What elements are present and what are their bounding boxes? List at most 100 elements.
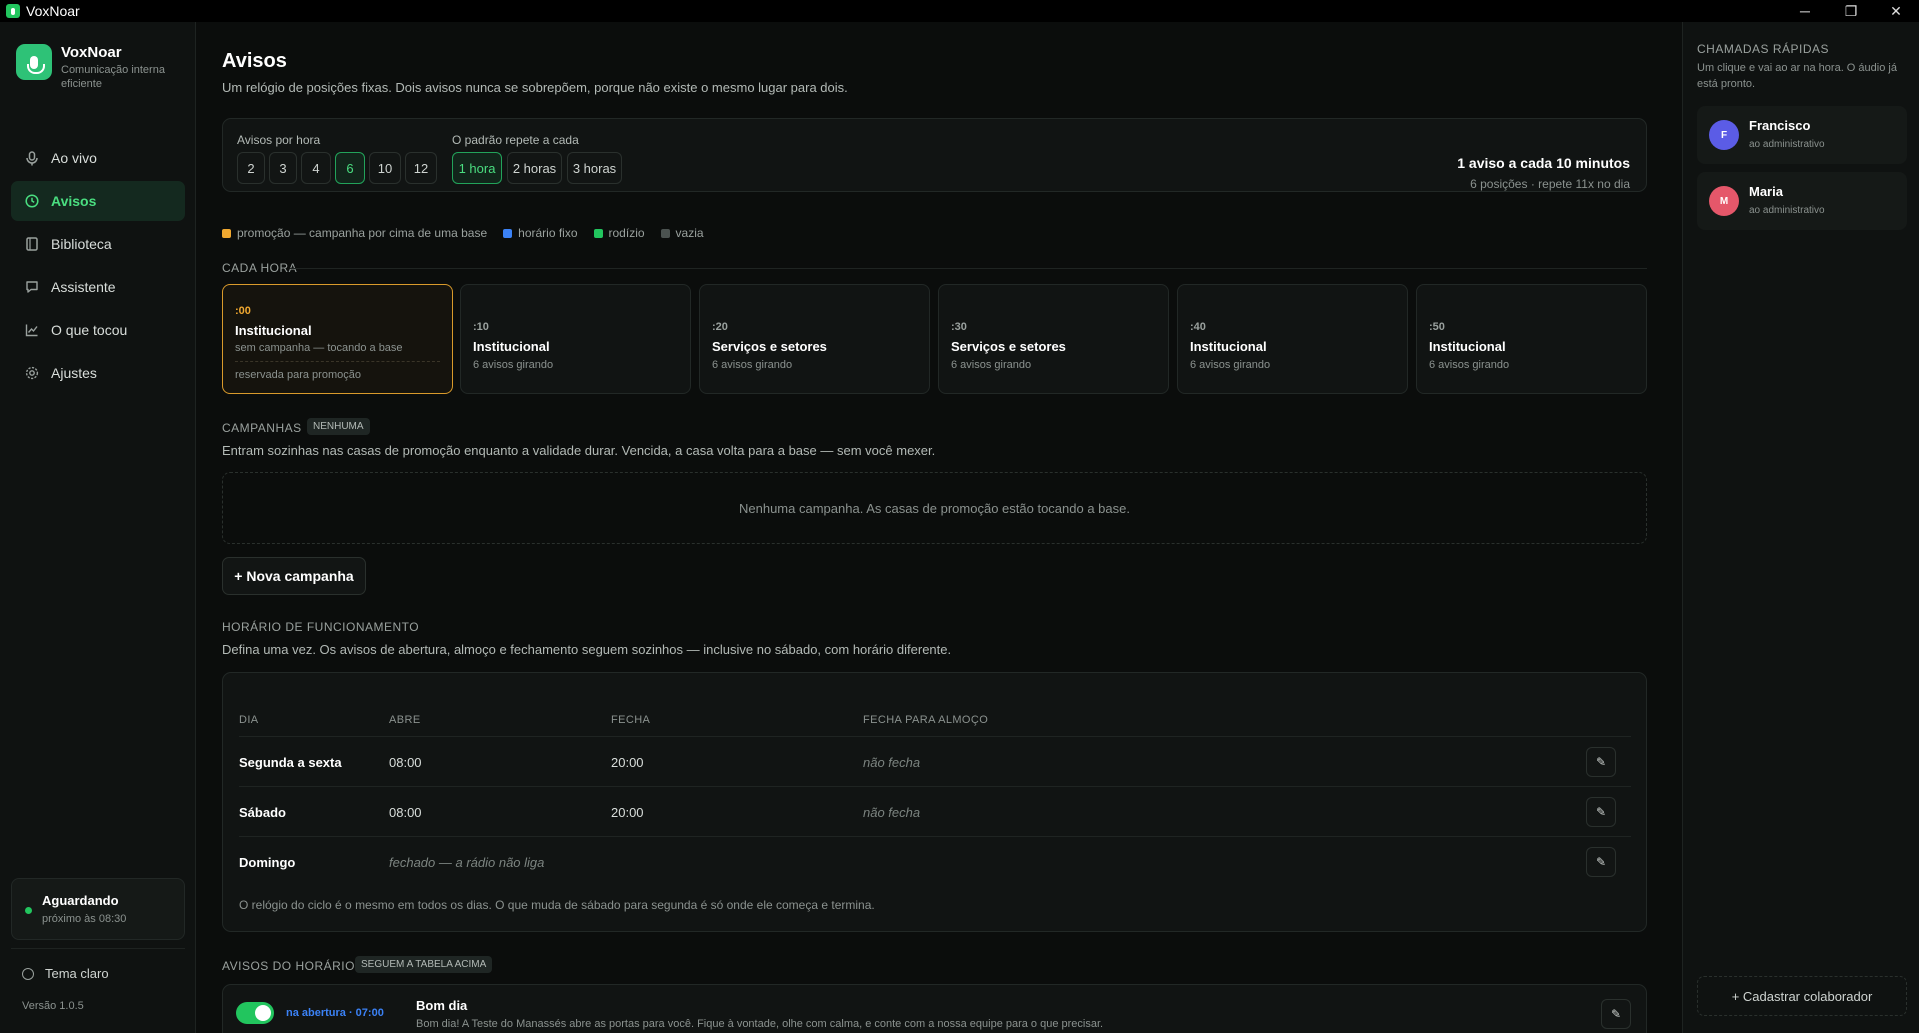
sidebar-item-o-que-tocou[interactable]: O que tocou: [11, 310, 185, 350]
slot-card-30[interactable]: :30 Serviços e setores 6 avisos girando: [938, 284, 1169, 394]
sidebar-item-ajustes[interactable]: Ajustes: [11, 353, 185, 393]
slot-status: 6 avisos girando: [1190, 359, 1271, 371]
slot-card-20[interactable]: :20 Serviços e setores 6 avisos girando: [699, 284, 930, 394]
per-hour-option-3[interactable]: 3: [269, 152, 297, 184]
app-icon: [6, 4, 20, 18]
app-version: Versão 1.0.5: [22, 1000, 84, 1012]
per-hour-option-12[interactable]: 12: [405, 152, 437, 184]
add-collaborator-button[interactable]: + Cadastrar colaborador: [1697, 976, 1907, 1016]
slot-name: Institucional: [473, 339, 550, 354]
theme-label: Tema claro: [45, 966, 109, 981]
slot-minute: :20: [712, 321, 728, 333]
contact-destination: ao administrativo: [1749, 205, 1825, 216]
status-title: Aguardando: [42, 893, 119, 908]
per-hour-option-6[interactable]: 6: [335, 152, 365, 184]
main-content: Avisos Um relógio de posições fixas. Doi…: [196, 22, 1682, 1033]
window-title: VoxNoar: [26, 3, 80, 19]
legend-vazia: vazia: [660, 226, 704, 240]
campaigns-heading: CAMPANHAS: [222, 421, 302, 435]
sidebar-item-assistente[interactable]: Assistente: [11, 267, 185, 307]
per-hour-option-4[interactable]: 4: [301, 152, 331, 184]
slot-card-50[interactable]: :50 Institucional 6 avisos girando: [1416, 284, 1647, 394]
cycle-config-panel: Avisos por hora 2 3 4 6 10 12 O padrão r…: [222, 118, 1647, 192]
slot-status: 6 avisos girando: [712, 359, 793, 371]
announcement-trigger: na abertura · 07:00: [286, 1007, 384, 1019]
col-header-close: FECHA: [611, 714, 651, 726]
mic-icon: [24, 150, 39, 166]
restore-button[interactable]: ❐: [1828, 0, 1874, 22]
slot-status: 6 avisos girando: [1429, 359, 1510, 371]
cycle-summary-detail: 6 posições · repete 11x no dia: [1470, 177, 1630, 191]
hours-row-day: Domingo: [239, 855, 296, 870]
hours-table-note: O relógio do ciclo é o mesmo em todos os…: [239, 898, 875, 912]
repeat-option-3h[interactable]: 3 horas: [567, 152, 622, 184]
slot-minute: :50: [1429, 321, 1445, 333]
sidebar-item-biblioteca[interactable]: Biblioteca: [11, 224, 185, 264]
sidebar-item-ao-vivo[interactable]: Ao vivo: [11, 138, 185, 178]
divider: [235, 361, 440, 362]
slot-card-10[interactable]: :10 Institucional 6 avisos girando: [460, 284, 691, 394]
sidebar-item-label: Ao vivo: [51, 150, 97, 166]
hours-row-open: 08:00: [389, 805, 422, 820]
per-hour-option-2[interactable]: 2: [237, 152, 265, 184]
per-hour-option-10[interactable]: 10: [369, 152, 401, 184]
minimize-button[interactable]: ─: [1782, 0, 1828, 22]
hours-row-open: 08:00: [389, 755, 422, 770]
slot-minute: :00: [235, 305, 251, 317]
campaigns-description: Entram sozinhas nas casas de promoção en…: [222, 443, 936, 458]
chat-icon: [24, 280, 39, 295]
gear-icon: [24, 366, 39, 381]
window-titlebar: VoxNoar ─ ❐ ✕: [0, 0, 1919, 22]
schedule-heading: AVISOS DO HORÁRIO: [222, 959, 355, 973]
chart-icon: [24, 323, 39, 338]
quick-call-francisco[interactable]: F Francisco ao administrativo: [1697, 106, 1907, 164]
slot-status: 6 avisos girando: [473, 359, 554, 371]
col-header-open: ABRE: [389, 714, 421, 726]
slot-name: Serviços e setores: [951, 339, 1066, 354]
avatar: F: [1709, 120, 1739, 150]
legend-rodizio: rodízio: [593, 226, 645, 240]
divider: [290, 268, 1647, 269]
contact-destination: ao administrativo: [1749, 139, 1825, 150]
announcement-text: Bom dia! A Teste do Manassés abre as por…: [416, 1018, 1104, 1030]
repeat-option-1h[interactable]: 1 hora: [452, 152, 502, 184]
theme-toggle-button[interactable]: Tema claro: [22, 966, 109, 981]
divider: [239, 736, 1631, 737]
hours-row-close: 20:00: [611, 805, 644, 820]
slot-name: Institucional: [1190, 339, 1267, 354]
legend-horario-fixo: horário fixo: [503, 226, 578, 240]
per-hour-label: Avisos por hora: [237, 133, 321, 147]
hours-row-close: 20:00: [611, 755, 644, 770]
edit-hours-saturday-button[interactable]: ✎: [1586, 797, 1616, 827]
schedule-badge: SEGUEM A TABELA ACIMA: [355, 956, 493, 973]
close-button[interactable]: ✕: [1873, 0, 1919, 22]
col-header-day: DIA: [239, 714, 259, 726]
repeat-option-2h[interactable]: 2 horas: [507, 152, 562, 184]
edit-hours-sunday-button[interactable]: ✎: [1586, 847, 1616, 877]
sidebar-item-label: Assistente: [51, 279, 116, 295]
cycle-summary: 1 aviso a cada 10 minutos: [1457, 155, 1630, 171]
announcement-enabled-toggle[interactable]: [236, 1002, 274, 1024]
edit-announcement-button[interactable]: ✎: [1601, 999, 1631, 1029]
edit-hours-weekday-button[interactable]: ✎: [1586, 747, 1616, 777]
sidebar-item-avisos[interactable]: Avisos: [11, 181, 185, 221]
quick-call-maria[interactable]: M Maria ao administrativo: [1697, 172, 1907, 230]
quick-calls-description: Um clique e vai ao ar na hora. O áudio j…: [1697, 62, 1897, 90]
hours-table: [222, 672, 1647, 932]
hours-row-day: Segunda a sexta: [239, 755, 342, 770]
brand-tagline: Comunicação interna eficiente: [61, 64, 165, 90]
slot-card-40[interactable]: :40 Institucional 6 avisos girando: [1177, 284, 1408, 394]
repeat-label: O padrão repete a cada: [452, 133, 579, 147]
brand: VoxNoar Comunicação interna eficiente: [16, 44, 171, 91]
col-header-lunch: FECHA PARA ALMOÇO: [863, 714, 989, 726]
hours-row-lunch: não fecha: [863, 805, 921, 820]
new-campaign-button[interactable]: + Nova campanha: [222, 557, 366, 595]
slot-status: sem campanha — tocando a base: [235, 342, 403, 354]
sidebar-item-label: Ajustes: [51, 365, 97, 381]
slot-minute: :30: [951, 321, 967, 333]
hours-row-day: Sábado: [239, 805, 286, 820]
divider: [239, 836, 1631, 837]
campaigns-empty-state: Nenhuma campanha. As casas de promoção e…: [222, 472, 1647, 544]
sidebar: VoxNoar Comunicação interna eficiente Ao…: [0, 22, 196, 1033]
slot-card-00[interactable]: :00 Institucional sem campanha — tocando…: [222, 284, 453, 394]
